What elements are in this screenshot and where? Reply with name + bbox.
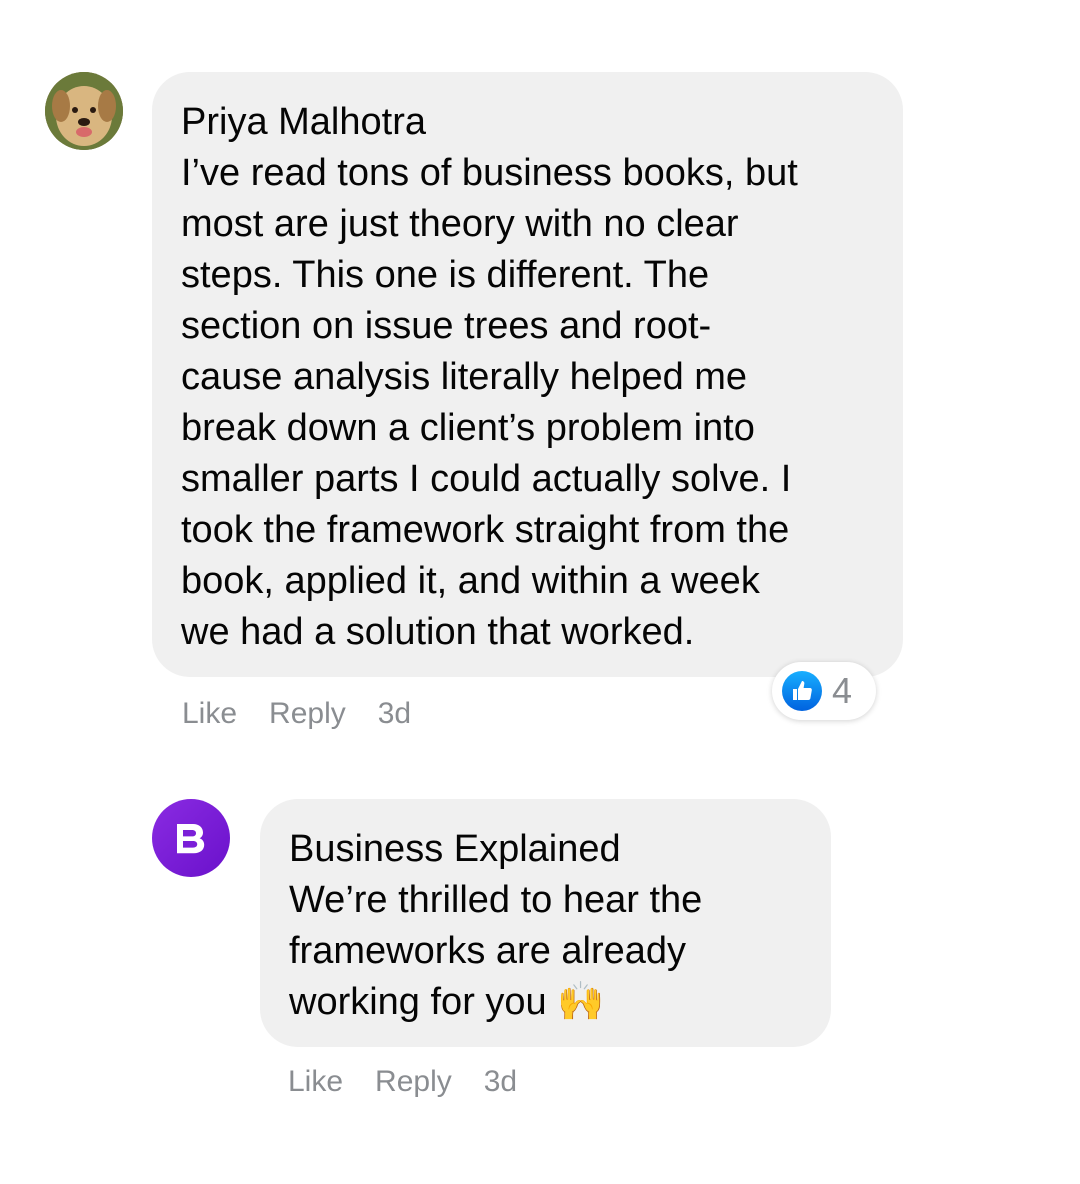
comment-text: I’ve read tons of business books, but mo… [181,148,875,658]
reply-bubble: Business Explained We’re thrilled to hea… [260,799,831,1047]
reply-button[interactable]: Reply [375,1065,452,1099]
comment-actions: Like Reply 3d [288,1065,549,1099]
comment-text-line: most are just theory with no clear [181,203,739,245]
comment-author[interactable]: Priya Malhotra [181,96,875,148]
avatar-priya-malhotra[interactable] [45,72,123,150]
like-button[interactable]: Like [182,697,237,731]
reply-button[interactable]: Reply [269,697,346,731]
dog-avatar-image [45,72,123,150]
brand-logo-icon [177,824,205,854]
comment-text-line: steps. This one is different. The [181,254,710,296]
like-button[interactable]: Like [288,1065,343,1099]
comment-bubble: Priya Malhotra I’ve read tons of busines… [152,72,903,677]
comment-text-line: smaller parts I could actually solve. I [181,458,792,500]
reaction-count: 4 [832,670,853,711]
thumbs-up-icon [782,671,822,711]
comment-text-line: took the framework straight from the [181,509,790,551]
comment-actions: Like Reply 3d [182,697,443,731]
comment-timestamp[interactable]: 3d [378,697,411,731]
comment-text: We’re thrilled to hear the frameworks ar… [289,875,803,1028]
comment-text-line: book, applied it, and within a week [181,560,760,602]
comment-text-line: section on issue trees and root- [181,305,712,347]
reaction-summary[interactable]: 4 [772,662,876,720]
avatar-business-explained[interactable] [152,799,230,877]
comment-text-line: We’re thrilled to hear the [289,879,703,921]
comment-text-line: we had a solution that worked. [181,611,695,653]
comment-timestamp[interactable]: 3d [484,1065,517,1099]
comment-text-line: I’ve read tons of business books, but [181,152,798,194]
comment-text-line: break down a client’s problem into [181,407,755,449]
comment-text-line: frameworks are already [289,930,687,972]
comment-text-line: cause analysis literally helped me [181,356,748,398]
comment-text-line: working for you 🙌 [289,981,605,1023]
comment-author[interactable]: Business Explained [289,823,803,875]
